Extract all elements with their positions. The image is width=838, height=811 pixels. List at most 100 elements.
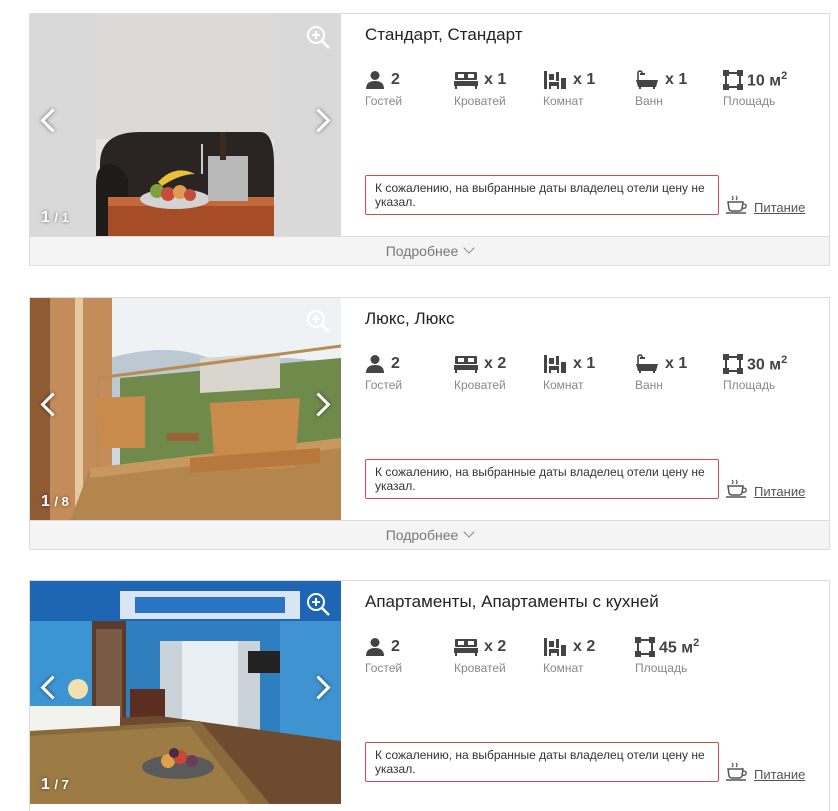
feature-label: Площадь: [723, 378, 776, 392]
details-label: Подробнее: [385, 527, 459, 543]
area-icon: [723, 70, 743, 90]
feature-value: 2: [391, 355, 400, 372]
feature-area: 45 м2 Площадь: [635, 635, 699, 675]
bath-icon: [636, 354, 658, 373]
photo-gallery[interactable]: 1 / 7: [30, 581, 341, 804]
feature-label: Гостей: [365, 661, 403, 675]
feature-beds: x 2 Кроватей: [454, 635, 506, 675]
chevron-down-icon: [463, 526, 475, 538]
feature-value: x 2: [484, 355, 507, 372]
guests-icon: [366, 71, 384, 89]
feature-label: Площадь: [635, 661, 688, 675]
cup-icon: [726, 479, 747, 498]
room-card-body: 1 / 1 Стандарт, Стандарт 2 Гостей x 1 Кр…: [29, 13, 831, 237]
photo-counter-total: / 1: [54, 210, 69, 225]
feature-beds: x 2 Кроватей: [454, 352, 506, 392]
feature-label: Кроватей: [454, 661, 506, 675]
feature-label: Комнат: [543, 378, 584, 392]
feature-value: x 1: [484, 71, 507, 88]
feature-guests: 2 Гостей: [365, 352, 402, 392]
room-info: Стандарт, Стандарт 2 Гостей x 1 Кроватей…: [341, 14, 831, 237]
feature-baths: x 1 Ванн: [635, 352, 687, 392]
feature-rooms: x 1 Комнат: [543, 352, 595, 392]
feature-unit-sup: 2: [781, 353, 788, 366]
feature-beds: x 1 Кроватей: [454, 68, 506, 108]
room-card: 1 / 7 Апартаменты, Апартаменты с кухней …: [29, 580, 830, 811]
photo-counter-current: 1: [41, 209, 50, 226]
feature-value: 45 м: [659, 639, 694, 657]
zoom-icon[interactable]: [305, 591, 331, 617]
room-card: 1 / 8 Люкс, Люкс 2 Гостей x 2 Кроватей x…: [29, 297, 830, 550]
feature-value: x 1: [665, 355, 688, 372]
feature-rooms: x 2 Комнат: [543, 635, 595, 675]
room-title: Стандарт, Стандарт: [365, 25, 523, 44]
room-title: Люкс, Люкс: [365, 309, 455, 328]
photo-gallery[interactable]: 1 / 1: [30, 14, 341, 237]
feature-rooms: x 1 Комнат: [543, 68, 595, 108]
room-icon: [544, 355, 566, 373]
zoom-icon[interactable]: [305, 24, 331, 50]
meal-label[interactable]: Питание: [754, 200, 805, 215]
photo-counter-current: 1: [41, 776, 50, 793]
bath-icon: [636, 70, 658, 89]
meal-label[interactable]: Питание: [754, 484, 805, 499]
room-info: Люкс, Люкс 2 Гостей x 2 Кроватей x 1 Ком…: [341, 298, 831, 521]
room-photo: [30, 298, 341, 521]
details-label: Подробнее: [385, 243, 459, 259]
chevron-down-icon: [463, 242, 475, 254]
room-icon: [544, 71, 566, 89]
photo-counter-total: / 7: [54, 777, 69, 792]
photo-counter-current: 1: [41, 493, 50, 510]
room-info: Апартаменты, Апартаменты с кухней 2 Гост…: [341, 581, 831, 804]
feature-label: Кроватей: [454, 378, 506, 392]
feature-label: Ванн: [635, 94, 663, 108]
feature-label: Кроватей: [454, 94, 506, 108]
room-card: 1 / 1 Стандарт, Стандарт 2 Гостей x 1 Кр…: [29, 13, 830, 266]
feature-guests: 2 Гостей: [365, 635, 402, 675]
cup-icon: [726, 195, 747, 214]
room-icon: [544, 638, 566, 656]
meal-label[interactable]: Питание: [754, 767, 805, 782]
feature-label: Гостей: [365, 378, 403, 392]
guests-icon: [366, 355, 384, 373]
bed-icon: [454, 356, 478, 373]
feature-label: Комнат: [543, 661, 584, 675]
feature-label: Комнат: [543, 94, 584, 108]
room-photo: [30, 581, 341, 804]
feature-value: x 1: [665, 71, 688, 88]
feature-value: x 1: [573, 71, 596, 88]
bed-icon: [454, 639, 478, 656]
room-card-body: 1 / 8 Люкс, Люкс 2 Гостей x 2 Кроватей x…: [29, 297, 831, 521]
photo-counter: 1 / 7: [41, 776, 69, 794]
photo-counter: 1 / 8: [41, 493, 69, 511]
feature-baths: x 1 Ванн: [635, 68, 687, 108]
meal-link[interactable]: Питание: [726, 479, 805, 499]
feature-guests: 2 Гостей: [365, 68, 402, 108]
feature-value: 10 м: [747, 72, 782, 90]
meal-link[interactable]: Питание: [726, 195, 805, 215]
room-photo: [30, 14, 341, 237]
details-button[interactable]: Подробнее: [29, 520, 830, 550]
area-icon: [723, 354, 743, 374]
feature-label: Площадь: [723, 94, 776, 108]
price-notice: К сожалению, на выбранные даты владелец …: [365, 459, 719, 499]
meal-link[interactable]: Питание: [726, 762, 805, 782]
feature-value: 30 м: [747, 356, 782, 374]
price-notice: К сожалению, на выбранные даты владелец …: [365, 175, 719, 215]
feature-area: 30 м2 Площадь: [723, 352, 787, 392]
feature-unit-sup: 2: [693, 636, 700, 649]
room-card-body: 1 / 7 Апартаменты, Апартаменты с кухней …: [29, 580, 830, 811]
details-button[interactable]: Подробнее: [29, 236, 830, 266]
photo-counter-total: / 8: [54, 494, 69, 509]
bed-icon: [454, 72, 478, 89]
feature-value: x 2: [573, 638, 596, 655]
feature-unit-sup: 2: [781, 69, 788, 82]
feature-value: 2: [391, 71, 400, 88]
room-title: Апартаменты, Апартаменты с кухней: [365, 592, 659, 611]
zoom-icon[interactable]: [305, 308, 331, 334]
feature-label: Гостей: [365, 94, 403, 108]
cup-icon: [726, 762, 747, 781]
feature-value: x 1: [573, 355, 596, 372]
feature-value: 2: [391, 638, 400, 655]
photo-gallery[interactable]: 1 / 8: [30, 298, 341, 521]
